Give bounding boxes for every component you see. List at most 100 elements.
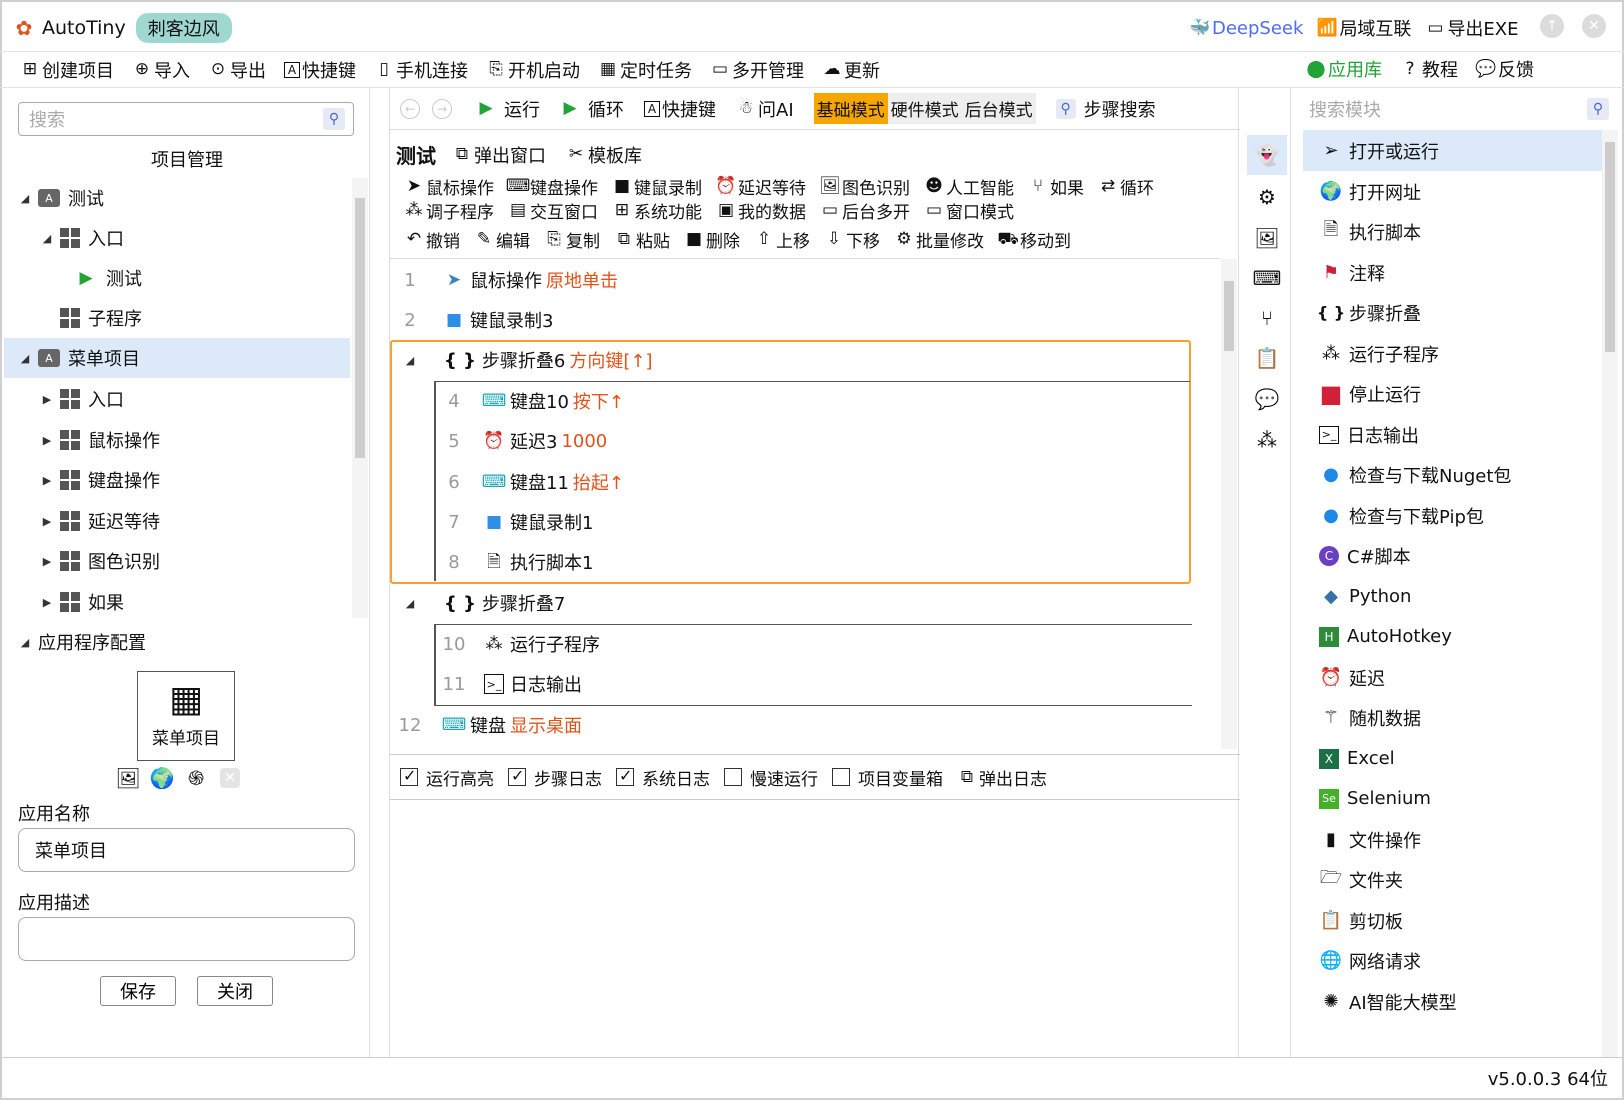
mode-basic-tab[interactable]: 基础模式 <box>813 93 888 124</box>
fingerprint-icon[interactable]: ֍ <box>186 768 206 788</box>
app-config-header[interactable]: ◢ 应用程序配置 <box>18 629 146 655</box>
module-item[interactable]: H AutoHotkey <box>1303 616 1613 657</box>
image-icon[interactable]: 🖼 <box>115 768 140 788</box>
module-item[interactable]: >_ 日志输出 <box>1303 414 1613 455</box>
app-name-input[interactable]: 菜单项目 <box>18 828 355 872</box>
mode-hardware-tab[interactable]: 硬件模式 <box>887 93 962 124</box>
tree-delay-wait[interactable]: ▶ 延迟等待 <box>40 501 160 541</box>
tree-mouse-ops[interactable]: ▶ 鼠标操作 <box>40 420 160 460</box>
module-item[interactable]: 📋 剪切板 <box>1303 900 1613 941</box>
move-to-button[interactable]: ⛟ 移动到 <box>997 227 1071 253</box>
clear-icon[interactable]: ✕ <box>220 768 240 788</box>
option-step-log[interactable]: 步骤日志 <box>508 765 602 790</box>
module-item[interactable]: ⚚ 随机数据 <box>1303 697 1613 738</box>
popup-window-button[interactable]: ⧉ 弹出窗口 <box>452 142 546 168</box>
run-button[interactable]: ▶ 运行 <box>476 96 540 122</box>
app-tile[interactable]: ▦ 菜单项目 <box>137 671 235 761</box>
checkbox[interactable] <box>400 766 418 786</box>
cmd-my-data[interactable]: ▣ 我的数据 <box>716 198 806 224</box>
tree-menu-entry[interactable]: ▶ 入口 <box>40 379 124 419</box>
menu-autostart[interactable]: ⎘ 开机启动 <box>486 57 580 83</box>
module-item[interactable]: ▮ 文件操作 <box>1303 819 1613 860</box>
option-project-variables[interactable]: 项目变量箱 <box>832 765 943 790</box>
cmd-keyboard-ops[interactable]: ⌨ 键盘操作 <box>506 174 598 200</box>
module-item[interactable]: X Excel <box>1303 738 1613 779</box>
project-search-box[interactable]: 搜索 ⚲ <box>18 102 354 136</box>
module-search-input[interactable]: 搜索模块 <box>1309 96 1587 122</box>
option-slow-run[interactable]: 慢速运行 <box>724 765 818 790</box>
minimize-button[interactable]: ↑ <box>1540 14 1564 38</box>
ask-ai-button[interactable]: ☃ 问AI <box>736 96 793 122</box>
module-item[interactable]: ➢ 打开或运行 <box>1303 130 1613 171</box>
step-row[interactable]: 1 ➤ 鼠标操作 原地单击 <box>390 260 618 300</box>
menu-export[interactable]: ⊙ 导出 <box>208 57 266 83</box>
back-icon[interactable]: ← <box>400 98 420 119</box>
module-item[interactable]: ⁂ 运行子程序 <box>1303 333 1613 374</box>
forward-icon[interactable]: → <box>432 98 452 119</box>
cmd-image-color[interactable]: 🖼 图色识别 <box>819 174 910 200</box>
module-item[interactable]: ✺ AI智能大模型 <box>1303 981 1613 1022</box>
step-row[interactable]: 10 ⁂ 运行子程序 <box>434 624 600 664</box>
delete-button[interactable]: ■ 删除 <box>684 227 740 253</box>
step-row[interactable]: 7 ■ 键鼠录制1 <box>434 502 593 542</box>
menu-multi-instance[interactable]: ▭ 多开管理 <box>710 57 804 83</box>
checkbox[interactable] <box>832 768 850 786</box>
cmd-background-multi[interactable]: ▭ 后台多开 <box>820 198 910 224</box>
step-row[interactable]: 11 >_ 日志输出 <box>434 664 582 704</box>
module-item[interactable]: ⏰ 延迟 <box>1303 657 1613 698</box>
option-system-log[interactable]: 系统日志 <box>616 765 710 790</box>
export-exe-button[interactable]: 导出EXE <box>1447 15 1518 41</box>
step-row[interactable]: 8 🗎 执行脚本1 <box>434 542 593 582</box>
edit-button[interactable]: ✎ 编辑 <box>474 227 530 253</box>
cmd-loop[interactable]: ⇄ 循环 <box>1098 174 1154 200</box>
module-item[interactable]: ⚑ 注释 <box>1303 252 1613 293</box>
batch-edit-button[interactable]: ⚙ 批量修改 <box>894 227 984 253</box>
log-output-area[interactable] <box>390 800 1240 1057</box>
checkbox[interactable] <box>616 766 634 786</box>
module-item[interactable]: ■ 停止运行 <box>1303 373 1613 414</box>
module-list-scrollbar[interactable] <box>1602 130 1618 1057</box>
lan-link[interactable]: 局域互联 <box>1339 15 1411 41</box>
tree-entry-test[interactable]: ▶ 测试 <box>76 258 142 298</box>
close-button[interactable]: 关闭 <box>197 976 273 1006</box>
move-down-button[interactable]: ⇩ 下移 <box>824 227 880 253</box>
menu-update[interactable]: ☁ 更新 <box>822 57 881 83</box>
tree-entry[interactable]: ◢ 入口 <box>40 218 124 258</box>
module-item[interactable]: ● 检查与下载Nuget包 <box>1303 454 1613 495</box>
cmd-if[interactable]: ⑂ 如果 <box>1028 174 1084 200</box>
cmd-delay-wait[interactable]: ⏰ 延迟等待 <box>715 174 806 200</box>
module-item[interactable]: 🗁 文件夹 <box>1303 859 1613 900</box>
cmd-call-subroutine[interactable]: ⁂ 调子程序 <box>404 198 495 224</box>
move-up-button[interactable]: ⇧ 上移 <box>754 227 810 253</box>
step-row[interactable]: 12 ⌨ 键盘 显示桌面 <box>390 705 582 742</box>
menu-app-store[interactable]: ⬤ 应用库 <box>1306 56 1382 82</box>
menu-scheduled-task[interactable]: ▦ 定时任务 <box>598 57 692 83</box>
module-item[interactable]: C C#脚本 <box>1303 535 1613 576</box>
deepseek-link[interactable]: DeepSeek <box>1212 18 1303 39</box>
module-item[interactable]: 🗎 执行脚本 <box>1303 211 1613 252</box>
undo-button[interactable]: ↶ 撤销 <box>404 227 460 253</box>
template-library-button[interactable]: ✂ 模板库 <box>566 142 642 168</box>
menu-phone-connect[interactable]: ▯ 手机连接 <box>374 57 468 83</box>
module-item[interactable]: Se Selenium <box>1303 778 1613 819</box>
popup-log-button[interactable]: ⧉ 弹出日志 <box>957 765 1047 790</box>
tree-subroutine[interactable]: 子程序 <box>60 298 142 338</box>
globe-icon[interactable]: 🌍 <box>150 768 175 788</box>
cmd-recording[interactable]: ■ 键鼠录制 <box>612 174 702 200</box>
menu-tutorial[interactable]: ? 教程 <box>1400 56 1458 82</box>
module-search-box[interactable]: 搜索模块 ⚲ <box>1297 92 1617 126</box>
save-button[interactable]: 保存 <box>100 976 176 1006</box>
step-row[interactable]: 2 ■ 键鼠录制3 <box>390 300 553 340</box>
close-window-button[interactable]: ✕ <box>1582 14 1606 38</box>
step-fold-row[interactable]: ◢{ } 步骤折叠6 方向键[↑] <box>390 340 653 380</box>
cmd-ai[interactable]: ☻ 人工智能 <box>924 174 1014 200</box>
cmd-system-functions[interactable]: ⊞ 系统功能 <box>612 198 702 224</box>
module-item[interactable]: { } 步骤折叠 <box>1303 292 1613 333</box>
tree-project-test[interactable]: ◢ A 测试 <box>18 178 104 218</box>
paste-button[interactable]: ⧉ 粘贴 <box>614 227 670 253</box>
step-list-scrollbar[interactable] <box>1221 259 1237 749</box>
cmd-window-mode[interactable]: ▭ 窗口模式 <box>924 198 1014 224</box>
tree-keyboard-ops[interactable]: ▶ 键盘操作 <box>40 460 160 500</box>
loop-button[interactable]: ▶ 循环 <box>560 96 624 122</box>
tree-image-color[interactable]: ▶ 图色识别 <box>40 541 160 581</box>
